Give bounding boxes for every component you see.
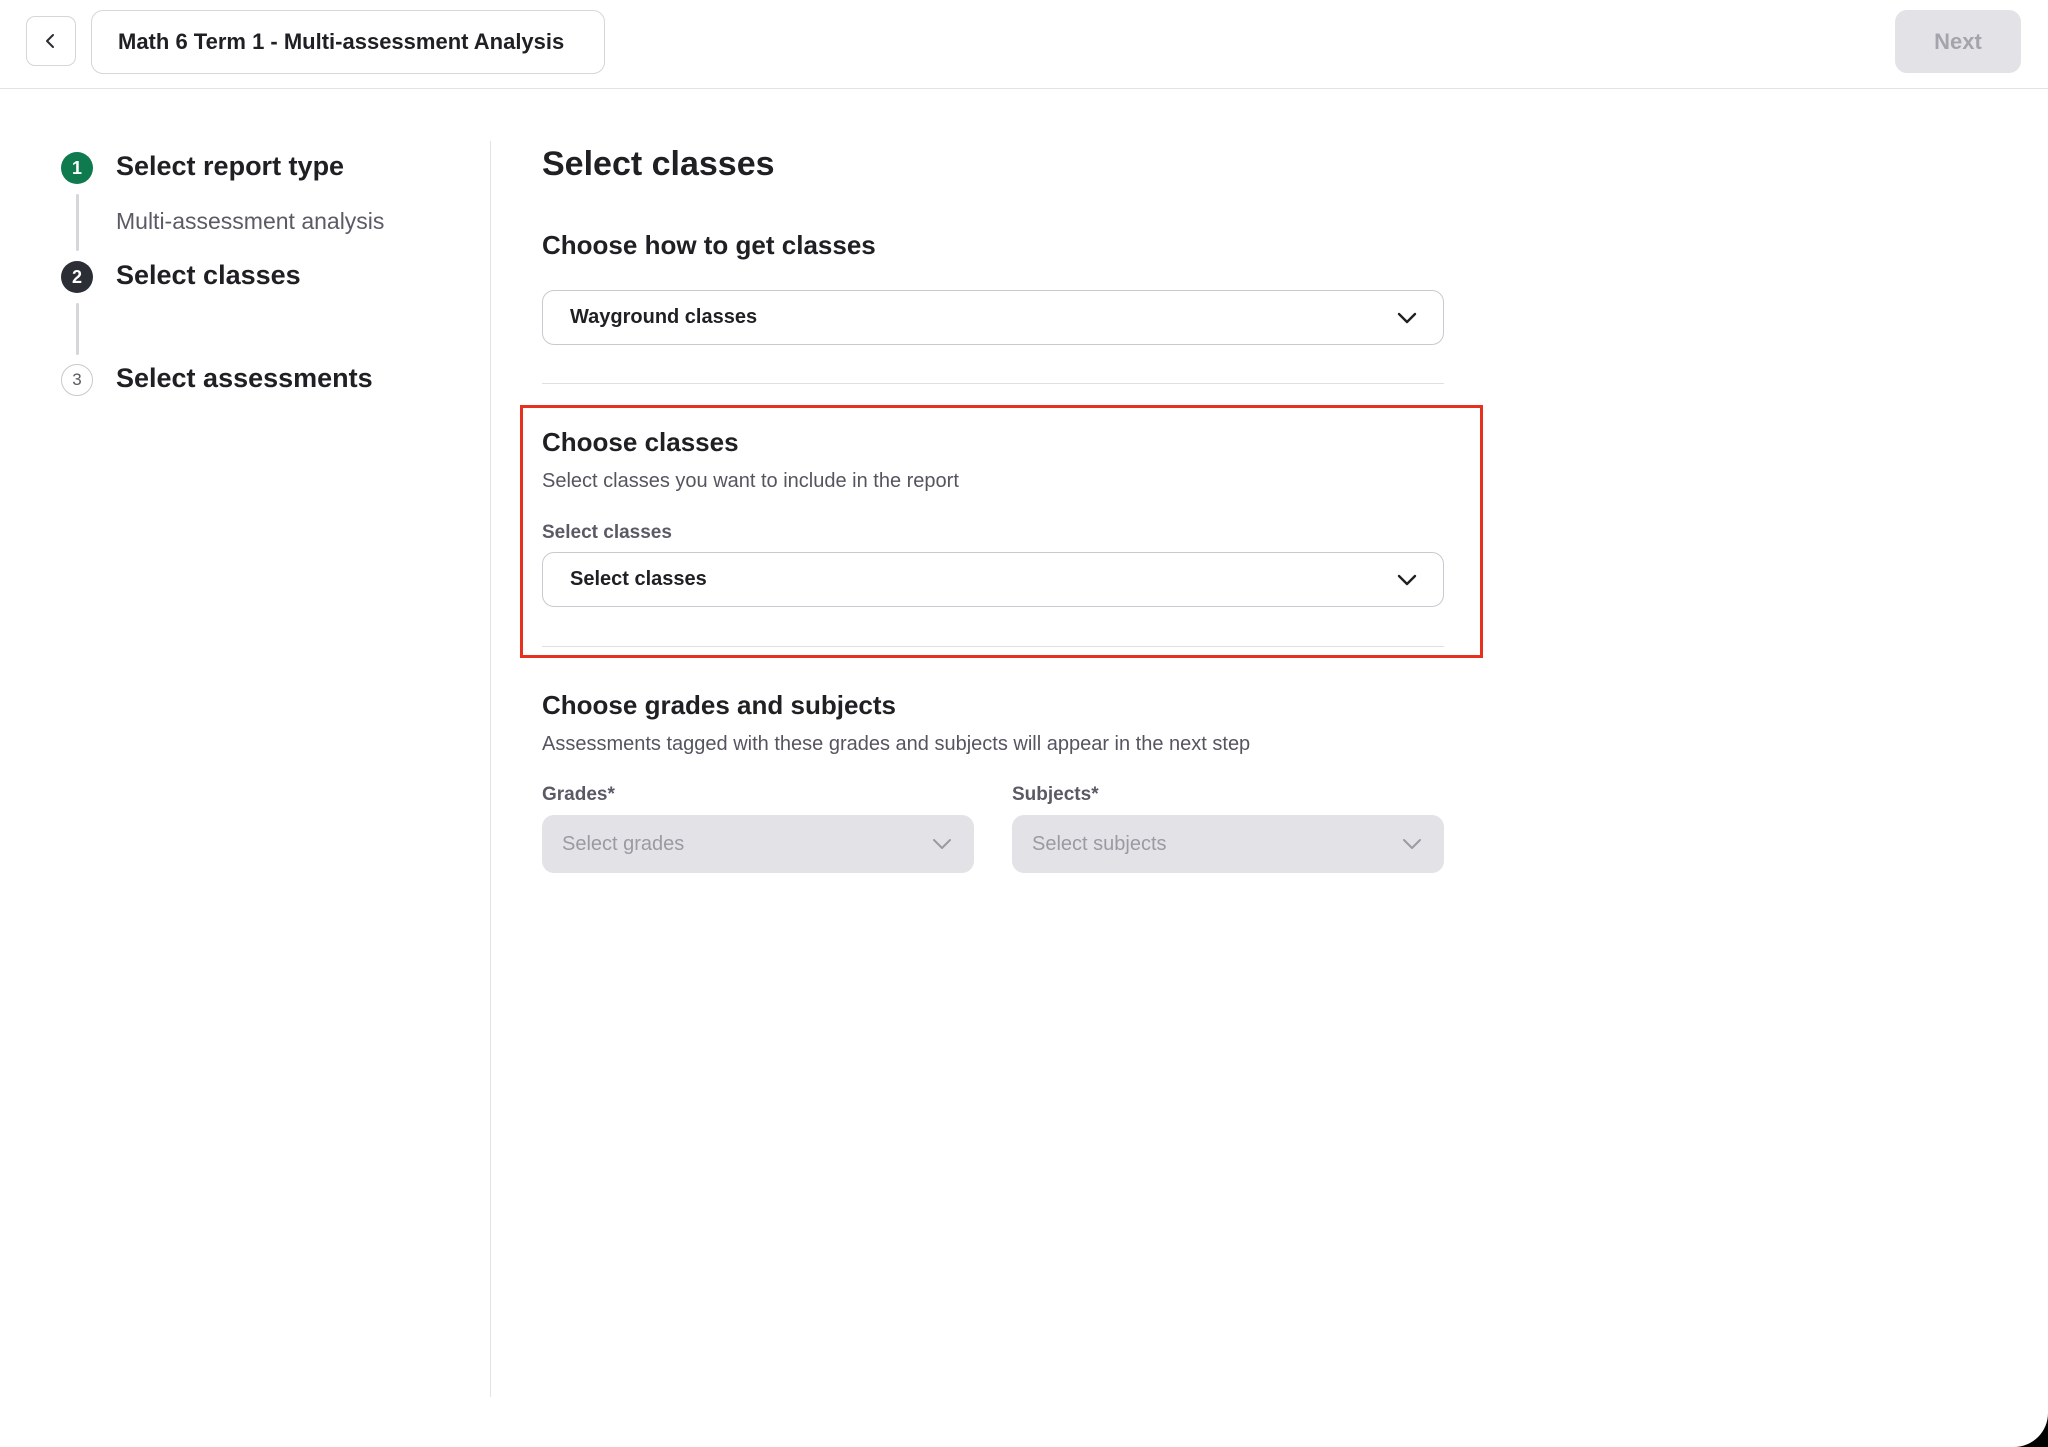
source-section-title: Choose how to get classes bbox=[542, 230, 876, 260]
class-source-value: Wayground classes bbox=[570, 306, 758, 328]
grades-subjects-section-description: Assessments tagged with these grades and… bbox=[542, 733, 1251, 755]
subjects-field-label: Subjects* bbox=[1012, 784, 1099, 805]
report-title[interactable]: Math 6 Term 1 - Multi-assessment Analysi… bbox=[91, 10, 605, 74]
step-connector bbox=[76, 194, 79, 251]
step-1-badge: 1 bbox=[61, 152, 93, 184]
sidebar-divider bbox=[490, 141, 491, 1397]
page-title: Select classes bbox=[542, 145, 775, 183]
step-3-badge: 3 bbox=[61, 364, 93, 396]
step-1-title[interactable]: Select report type bbox=[116, 151, 344, 182]
next-button[interactable]: Next bbox=[1895, 10, 2021, 73]
back-button[interactable] bbox=[26, 16, 76, 66]
step-2-badge: 2 bbox=[61, 261, 93, 293]
step-1-subtitle: Multi-assessment analysis bbox=[116, 208, 385, 234]
highlight-box bbox=[520, 405, 1483, 658]
top-bar: Math 6 Term 1 - Multi-assessment Analysi… bbox=[0, 0, 2048, 89]
section-divider bbox=[542, 383, 1444, 384]
chevron-down-icon bbox=[1397, 312, 1417, 323]
grades-select[interactable]: Select grades bbox=[542, 815, 974, 873]
subjects-select[interactable]: Select subjects bbox=[1012, 815, 1444, 873]
subjects-select-placeholder: Select subjects bbox=[1032, 832, 1167, 855]
step-2-title[interactable]: Select classes bbox=[116, 260, 301, 291]
grades-field-label: Grades* bbox=[542, 784, 615, 805]
grades-subjects-section-title: Choose grades and subjects bbox=[542, 690, 896, 720]
chevron-left-icon bbox=[46, 34, 54, 48]
chevron-down-icon bbox=[1403, 839, 1421, 849]
chevron-down-icon bbox=[933, 839, 951, 849]
app-window: Math 6 Term 1 - Multi-assessment Analysi… bbox=[0, 0, 2048, 1447]
step-connector bbox=[76, 303, 79, 355]
step-3-title[interactable]: Select assessments bbox=[116, 363, 373, 394]
grades-select-placeholder: Select grades bbox=[562, 832, 685, 855]
class-source-select[interactable]: Wayground classes bbox=[542, 290, 1444, 345]
